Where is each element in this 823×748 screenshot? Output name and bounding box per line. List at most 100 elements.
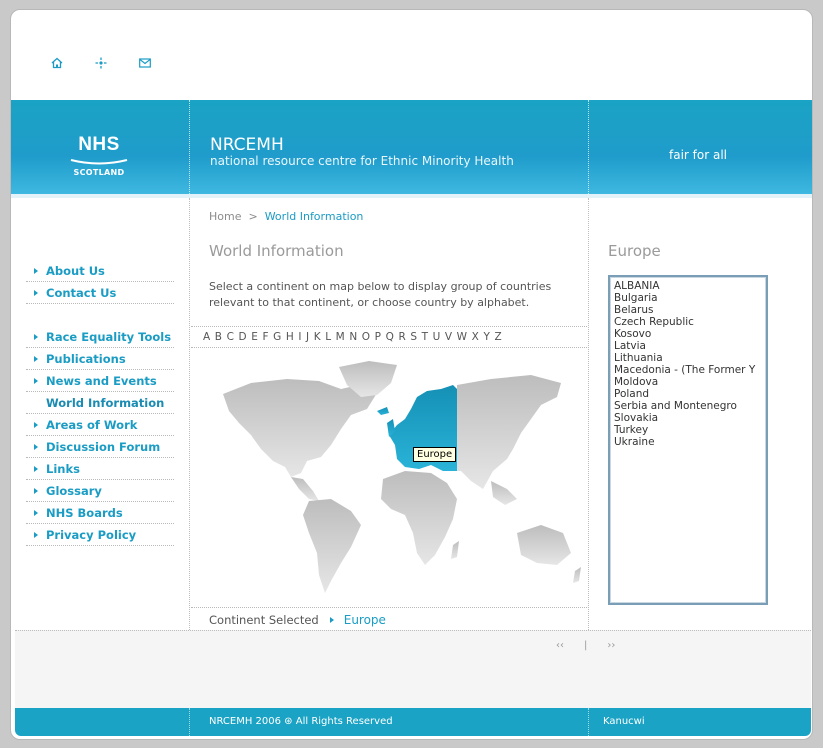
sidebar-item[interactable]: Privacy Policy <box>26 524 174 546</box>
alphabet-letter-link[interactable]: L <box>325 331 331 343</box>
alphabet-letter-link[interactable]: E <box>251 331 258 343</box>
country-option[interactable]: Czech Republic <box>614 316 762 328</box>
alphabet-letter-link[interactable]: Y <box>483 331 489 343</box>
alphabet-letter-link[interactable]: T <box>422 331 428 343</box>
footer-divider <box>189 708 190 736</box>
header-banner: NHS SCOTLAND NRCEMH national resource ce… <box>11 100 812 194</box>
country-option[interactable]: Turkey <box>614 424 762 436</box>
banner-underline <box>11 194 812 198</box>
new-zealand-region <box>573 567 581 583</box>
world-map[interactable] <box>191 349 587 607</box>
country-option[interactable]: Macedonia - (The Former Y <box>614 364 762 376</box>
madagascar-region <box>451 541 459 559</box>
country-option[interactable]: Lithuania <box>614 352 762 364</box>
country-listbox[interactable]: ALBANIA Bulgaria Belarus Czech Republic Koso… <box>608 275 768 605</box>
bullet-arrow-icon <box>26 289 46 297</box>
sidebar-item[interactable]: Discussion Forum <box>26 436 174 458</box>
country-option[interactable]: Ukraine <box>614 436 762 448</box>
banner-divider <box>189 100 190 194</box>
alphabet-letter-link[interactable]: B <box>215 331 222 343</box>
world-map-svg <box>223 361 581 593</box>
alphabet-letter-link[interactable]: Z <box>494 331 501 343</box>
logo-subtext: SCOTLAND <box>73 168 125 177</box>
bullet-arrow-icon <box>26 355 46 363</box>
tagline: fair for all <box>669 148 727 162</box>
country-option[interactable]: ALBANIA <box>614 280 762 292</box>
sidebar-item-label: Areas of Work <box>46 417 138 432</box>
alphabet-letter-link[interactable]: C <box>227 331 234 343</box>
sidebar-item[interactable]: Areas of Work <box>26 414 174 436</box>
mail-icon[interactable] <box>136 54 154 72</box>
top-icon-bar <box>48 54 154 72</box>
breadcrumb-current[interactable]: World Information <box>265 210 364 223</box>
sidebar-item-label: Discussion Forum <box>46 439 161 454</box>
footer-divider <box>588 708 589 736</box>
sidebar-item[interactable]: News and Events <box>26 370 174 392</box>
country-option[interactable]: Kosovo <box>614 328 762 340</box>
country-option[interactable]: Belarus <box>614 304 762 316</box>
sidebar-item[interactable]: Publications <box>26 348 174 370</box>
breadcrumb-separator: > <box>248 210 258 223</box>
credit-link[interactable]: Kanucwi <box>603 716 645 727</box>
alphabet-letter-link[interactable]: U <box>433 331 441 343</box>
country-option[interactable]: Serbia and Montenegro <box>614 400 762 412</box>
sidebar-item-label: News and Events <box>46 373 157 388</box>
central-america-region <box>291 477 319 501</box>
alphabet-letter-link[interactable]: X <box>472 331 479 343</box>
sidebar-item[interactable]: Glossary <box>26 480 174 502</box>
copyright-text: NRCEMH 2006 ⊛ All Rights Reserved <box>209 716 393 727</box>
alphabet-letter-link[interactable]: F <box>262 331 268 343</box>
country-option[interactable]: Bulgaria <box>614 292 762 304</box>
pager-next-button[interactable]: ›› <box>607 640 615 651</box>
footer-area <box>15 630 811 708</box>
alphabet-letter-link[interactable]: R <box>398 331 405 343</box>
home-icon[interactable] <box>48 54 66 72</box>
bullet-arrow-icon <box>26 443 46 451</box>
alphabet-letter-link[interactable]: H <box>286 331 294 343</box>
sidebar-item[interactable]: Race Equality Tools <box>26 326 174 348</box>
alphabet-letter-link[interactable]: Q <box>386 331 394 343</box>
bullet-arrow-icon <box>26 267 46 275</box>
alphabet-letter-link[interactable]: A <box>203 331 210 343</box>
pager-prev-button[interactable]: ‹‹ <box>556 640 564 651</box>
alphabet-letter-link[interactable]: V <box>445 331 452 343</box>
alphabet-letter-link[interactable]: P <box>375 331 381 343</box>
sidebar-item[interactable]: Links <box>26 458 174 480</box>
site-subtitle: national resource centre for Ethnic Mino… <box>210 154 514 168</box>
sidebar-item[interactable]: Contact Us <box>26 282 174 304</box>
alphabet-letter-link[interactable]: K <box>314 331 321 343</box>
southeast-asia-region <box>491 481 517 505</box>
alphabet-letter-link[interactable]: W <box>457 331 467 343</box>
continent-selected-value: Europe <box>343 613 386 627</box>
country-option[interactable]: Latvia <box>614 340 762 352</box>
sidebar-item-label: World Information <box>46 395 165 410</box>
bullet-arrow-icon <box>329 617 334 623</box>
alphabet-letter-link[interactable]: O <box>362 331 370 343</box>
bullet-arrow-icon <box>26 377 46 385</box>
breadcrumb: Home > World Information <box>209 210 363 223</box>
country-option[interactable]: Slovakia <box>614 412 762 424</box>
country-list-title: Europe <box>608 242 661 260</box>
sidebar-item[interactable]: About Us <box>26 260 174 282</box>
alphabet-letter-link[interactable]: S <box>410 331 417 343</box>
column-divider <box>588 198 589 630</box>
alphabet-letter-link[interactable]: M <box>336 331 345 343</box>
iceland-region <box>377 407 389 415</box>
nhs-scotland-logo[interactable]: NHS SCOTLAND <box>69 134 129 177</box>
bullet-arrow-icon <box>26 333 46 341</box>
alphabet-letter-link[interactable]: G <box>273 331 281 343</box>
banner-divider <box>588 100 589 194</box>
sidebar-item-label: Race Equality Tools <box>46 329 172 344</box>
sidebar-item-label: NHS Boards <box>46 505 123 520</box>
alphabet-letter-link[interactable]: N <box>349 331 357 343</box>
country-option[interactable]: Moldova <box>614 376 762 388</box>
breadcrumb-home-link[interactable]: Home <box>209 210 241 223</box>
sidebar-item-label: Contact Us <box>46 285 117 300</box>
sitemap-icon[interactable] <box>92 54 110 72</box>
alphabet-letter-link[interactable]: D <box>239 331 247 343</box>
sidebar-item[interactable]: World Information <box>26 392 174 414</box>
alphabet-letter-link[interactable]: I <box>298 331 301 343</box>
alphabet-letter-link[interactable]: J <box>306 331 309 343</box>
country-option[interactable]: Poland <box>614 388 762 400</box>
sidebar-item[interactable]: NHS Boards <box>26 502 174 524</box>
